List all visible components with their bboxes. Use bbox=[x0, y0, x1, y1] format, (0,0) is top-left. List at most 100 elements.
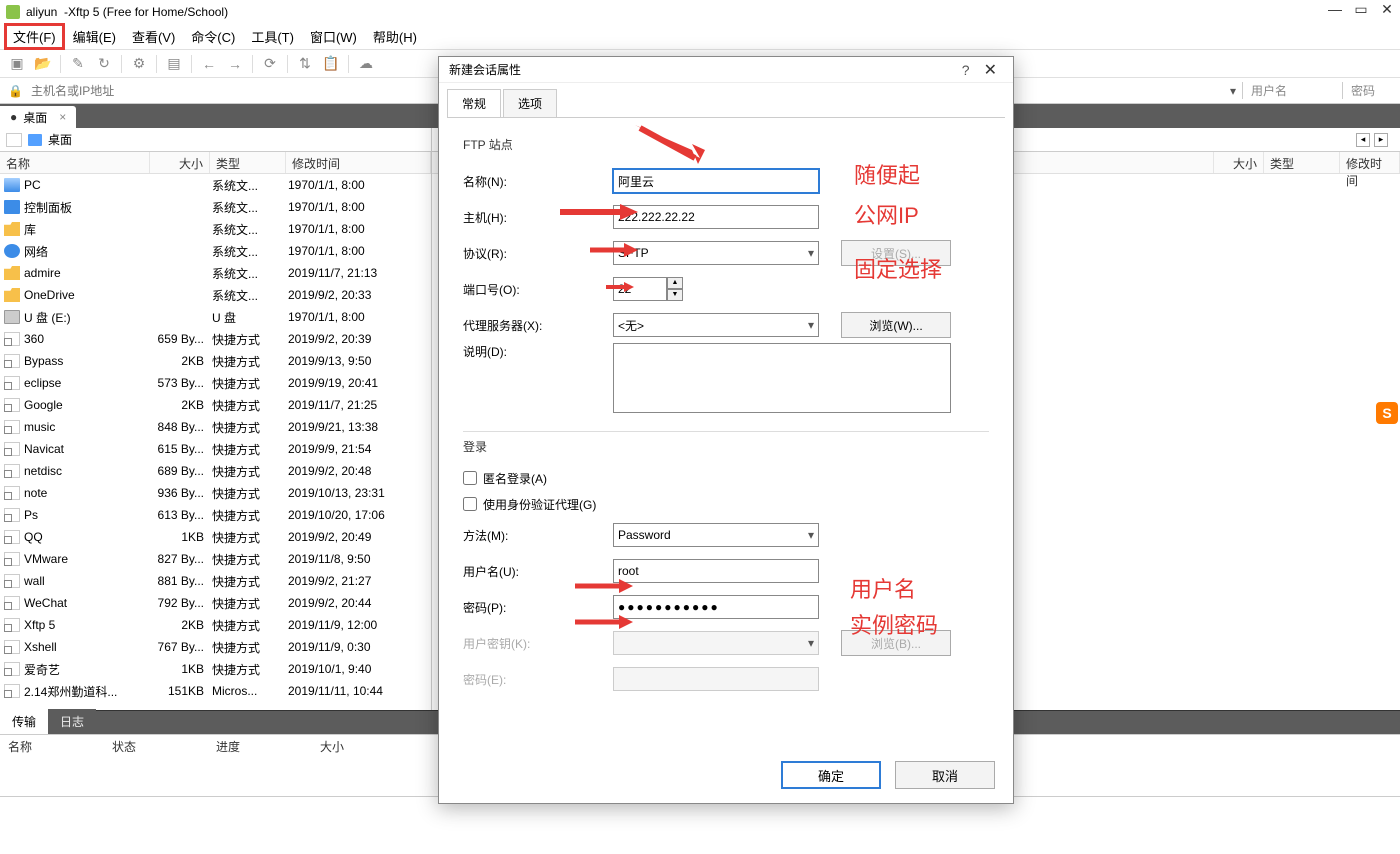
browse-proxy-button[interactable]: 浏览(W)... bbox=[841, 312, 951, 338]
table-row[interactable]: Bypass2KB快捷方式2019/9/13, 9:50 bbox=[0, 350, 431, 372]
auth-agent-checkbox[interactable] bbox=[463, 497, 477, 511]
ime-badge-icon[interactable]: S bbox=[1376, 402, 1398, 424]
table-row[interactable]: U 盘 (E:)U 盘1970/1/1, 8:00 bbox=[0, 306, 431, 328]
table-row[interactable]: music848 By...快捷方式2019/9/21, 13:38 bbox=[0, 416, 431, 438]
table-row[interactable]: 网络系统文...1970/1/1, 8:00 bbox=[0, 240, 431, 262]
menu-edit[interactable]: 编辑(E) bbox=[65, 24, 124, 49]
table-row[interactable]: WeChat792 By...快捷方式2019/9/2, 20:44 bbox=[0, 592, 431, 614]
anonymous-checkbox[interactable] bbox=[463, 471, 477, 485]
table-row[interactable]: Xshell767 By...快捷方式2019/11/9, 0:30 bbox=[0, 636, 431, 658]
tab-transfer[interactable]: 传输 bbox=[0, 709, 48, 734]
copy-icon[interactable]: 📋 bbox=[322, 55, 340, 73]
menu-view[interactable]: 查看(V) bbox=[124, 24, 183, 49]
protocol-select[interactable]: SFTP bbox=[613, 241, 819, 265]
col-mtime[interactable]: 修改时间 bbox=[1340, 152, 1400, 173]
path-text[interactable]: 桌面 bbox=[48, 131, 72, 148]
table-row[interactable]: Navicat615 By...快捷方式2019/9/9, 21:54 bbox=[0, 438, 431, 460]
port-spinner[interactable]: ▲▼ bbox=[613, 277, 683, 301]
table-row[interactable]: QQ1KB快捷方式2019/9/2, 20:49 bbox=[0, 526, 431, 548]
table-row[interactable]: VMware827 By...快捷方式2019/11/8, 9:50 bbox=[0, 548, 431, 570]
separator bbox=[252, 55, 253, 73]
open-session-icon[interactable]: 📂 bbox=[34, 55, 52, 73]
properties-icon[interactable]: ⚙ bbox=[130, 55, 148, 73]
maximize-button[interactable]: ▭ bbox=[1352, 2, 1370, 16]
menu-command[interactable]: 命令(C) bbox=[183, 24, 243, 49]
refresh-icon[interactable]: ⟳ bbox=[261, 55, 279, 73]
file-icon bbox=[4, 222, 20, 236]
transfer-icon[interactable]: ⇅ bbox=[296, 55, 314, 73]
col-type[interactable]: 类型 bbox=[1264, 152, 1340, 173]
col-size[interactable]: 大小 bbox=[320, 738, 344, 753]
table-row[interactable]: 控制面板系统文...1970/1/1, 8:00 bbox=[0, 196, 431, 218]
tab-desktop[interactable]: ● 桌面 × bbox=[0, 106, 76, 128]
next-icon[interactable]: ▸ bbox=[1374, 133, 1388, 147]
table-row[interactable]: admire系统文...2019/11/7, 21:13 bbox=[0, 262, 431, 284]
password-label[interactable]: 密码 bbox=[1342, 82, 1392, 99]
menu-file[interactable]: 文件(F) bbox=[4, 23, 65, 50]
nav-icon[interactable]: ▤ bbox=[165, 55, 183, 73]
table-row[interactable]: PC系统文...1970/1/1, 8:00 bbox=[0, 174, 431, 196]
col-status[interactable]: 状态 bbox=[112, 738, 136, 753]
file-icon bbox=[4, 266, 20, 280]
table-row[interactable]: Xftp 52KB快捷方式2019/11/9, 12:00 bbox=[0, 614, 431, 636]
host-input[interactable] bbox=[613, 205, 819, 229]
menu-help[interactable]: 帮助(H) bbox=[365, 24, 425, 49]
menu-tools[interactable]: 工具(T) bbox=[243, 24, 302, 49]
col-type[interactable]: 类型 bbox=[210, 152, 286, 173]
table-row[interactable]: 360659 By...快捷方式2019/9/2, 20:39 bbox=[0, 328, 431, 350]
username-label[interactable]: 用户名 bbox=[1242, 82, 1342, 99]
file-mtime: 2019/9/2, 20:44 bbox=[286, 596, 431, 610]
minimize-button[interactable]: — bbox=[1326, 2, 1344, 16]
file-mtime: 1970/1/1, 8:00 bbox=[286, 178, 431, 192]
local-file-list[interactable]: PC系统文...1970/1/1, 8:00控制面板系统文...1970/1/1… bbox=[0, 174, 431, 710]
ok-button[interactable]: 确定 bbox=[781, 761, 881, 789]
table-row[interactable]: 库系统文...1970/1/1, 8:00 bbox=[0, 218, 431, 240]
table-row[interactable]: 爱奇艺1KB快捷方式2019/10/1, 9:40 bbox=[0, 658, 431, 680]
table-row[interactable]: OneDrive系统文...2019/9/2, 20:33 bbox=[0, 284, 431, 306]
proxy-select[interactable]: <无> bbox=[613, 313, 819, 337]
cancel-button[interactable]: 取消 bbox=[895, 761, 995, 789]
col-name[interactable]: 名称 bbox=[0, 152, 150, 173]
password-input[interactable] bbox=[613, 595, 819, 619]
tab-general[interactable]: 常规 bbox=[447, 89, 501, 117]
file-type: 系统文... bbox=[210, 243, 286, 260]
table-row[interactable]: wall881 By...快捷方式2019/9/2, 21:27 bbox=[0, 570, 431, 592]
col-name[interactable]: 名称 bbox=[8, 738, 32, 753]
table-row[interactable]: eclipse573 By...快捷方式2019/9/19, 20:41 bbox=[0, 372, 431, 394]
table-row[interactable]: 2.14郑州勤道科...151KBMicros...2019/11/11, 10… bbox=[0, 680, 431, 702]
edit-icon[interactable]: ✎ bbox=[69, 55, 87, 73]
username-input[interactable] bbox=[613, 559, 819, 583]
spin-down-icon[interactable]: ▼ bbox=[667, 289, 683, 301]
name-input[interactable] bbox=[613, 169, 819, 193]
col-progress[interactable]: 进度 bbox=[216, 738, 240, 753]
separator bbox=[121, 55, 122, 73]
table-row[interactable]: Google2KB快捷方式2019/11/7, 21:25 bbox=[0, 394, 431, 416]
method-select[interactable]: Password bbox=[613, 523, 819, 547]
forward-icon[interactable]: → bbox=[226, 55, 244, 73]
port-input[interactable] bbox=[613, 277, 667, 301]
prev-icon[interactable]: ◂ bbox=[1356, 133, 1370, 147]
col-mtime[interactable]: 修改时间 bbox=[286, 152, 431, 173]
host-input[interactable] bbox=[31, 84, 411, 98]
cloud-icon[interactable]: ☁ bbox=[357, 55, 375, 73]
tab-log[interactable]: 日志 bbox=[48, 709, 96, 734]
host-dropdown-icon[interactable]: ▾ bbox=[1224, 84, 1242, 98]
tab-options[interactable]: 选项 bbox=[503, 89, 557, 117]
back-icon[interactable]: ← bbox=[200, 55, 218, 73]
spin-up-icon[interactable]: ▲ bbox=[667, 277, 683, 289]
new-session-icon[interactable]: ▣ bbox=[8, 55, 26, 73]
reconnect-icon[interactable]: ↻ bbox=[95, 55, 113, 73]
col-size[interactable]: 大小 bbox=[150, 152, 210, 173]
table-row[interactable]: netdisc689 By...快捷方式2019/9/2, 20:48 bbox=[0, 460, 431, 482]
table-row[interactable]: Ps613 By...快捷方式2019/10/20, 17:06 bbox=[0, 504, 431, 526]
menu-window[interactable]: 窗口(W) bbox=[302, 24, 365, 49]
tab-close-icon[interactable]: × bbox=[59, 110, 66, 124]
desc-input[interactable] bbox=[613, 343, 951, 413]
col-size[interactable]: 大小 bbox=[1214, 152, 1264, 173]
table-row[interactable]: note936 By...快捷方式2019/10/13, 23:31 bbox=[0, 482, 431, 504]
close-button[interactable]: ✕ bbox=[1378, 2, 1396, 16]
help-icon[interactable]: ? bbox=[954, 62, 978, 78]
dialog-close-icon[interactable]: ✕ bbox=[978, 60, 1003, 80]
layout-icon[interactable] bbox=[6, 133, 22, 147]
file-icon bbox=[4, 596, 20, 610]
